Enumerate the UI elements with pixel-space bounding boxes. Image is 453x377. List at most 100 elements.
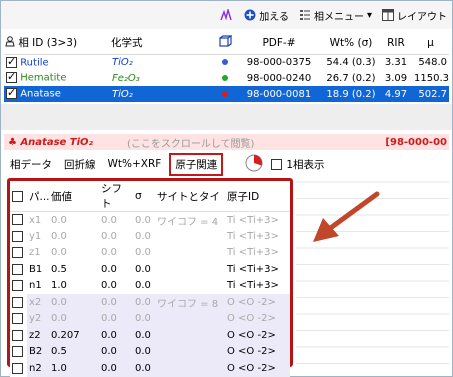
atom-sigma: 0.0 [135,230,151,242]
phase-mu: 548.0 [418,56,447,68]
atom-row-checkbox[interactable] [12,296,23,308]
atom-shift: 0.0 [101,214,117,226]
atom-value[interactable]: 0.0 [49,212,99,229]
atom-row[interactable]: n1 1.0 0.0 0.0 Ti <Ti+3> [10,278,290,295]
atom-id: O <O -2> [225,327,290,344]
atom-id: O <O -2> [225,310,290,327]
atom-row[interactable]: x2 0.0 0.0 0.0 ワイコフ = 8O <O -2> [10,294,290,311]
atom-row[interactable]: y1 0.0 0.0 0.0 Ti <Ti+3> [10,228,290,245]
add-button[interactable]: 加える [241,5,292,25]
detail-title-bar[interactable]: ♣ Anatase TiO₂ (ここをスクロールして閲覧) [98-000-00 [4,134,449,150]
phase-color-dot[interactable] [222,90,228,97]
list-icon [299,9,311,21]
phase-wt: 18.9 (0.2) [322,86,380,102]
layout-label: レイアウト [397,11,447,23]
tab-diffraction-lines[interactable]: 回折線 [62,155,98,174]
atom-row-checkbox[interactable] [12,280,23,291]
atom-site [155,228,225,245]
site-header[interactable]: サイトとタイ [155,181,225,212]
atom-row-checkbox[interactable] [12,362,23,374]
pdf-header[interactable]: PDF-# [236,32,322,55]
atom-value[interactable]: 0.0 [49,228,99,245]
atom-param: z2 [27,327,49,344]
param-header[interactable]: パ... [27,181,50,212]
phase-visible-checkbox[interactable] [6,86,17,100]
atom-row-checkbox[interactable] [12,247,23,258]
pane-gap [1,104,452,130]
phase-color-dot[interactable] [222,58,228,65]
atom-value[interactable]: 0.207 [49,327,99,344]
phase-visible-checkbox[interactable] [6,55,17,68]
atom-site [155,327,225,344]
tab-wt-xrf[interactable]: Wt%+XRF [106,156,164,172]
plus-circle-icon [244,9,256,21]
phase-mu: 1150.3 [414,72,449,84]
phase-visible-checkbox[interactable] [6,70,17,84]
atom-row[interactable]: z2 0.207 0.0 0.0 O <O -2> [10,327,290,344]
crystal-icon-header[interactable] [214,32,236,55]
atom-value[interactable]: 0.0 [49,294,99,311]
atom-id: Ti <Ti+3> [227,230,279,242]
phase-row[interactable]: Rutile TiO₂ 98-000-0375 54.4 (0.3) 3.31 548.0 [4,54,449,70]
atom-row[interactable]: z1 0.0 0.0 0.0 Ti <Ti+3> [10,245,290,262]
atom-shift: 0.0 [101,280,117,292]
atom-value[interactable]: 0.5 [49,261,99,278]
atom-value[interactable]: 0.0 [49,310,99,327]
phase-row[interactable]: Anatase TiO₂ 98-000-008118.9 (0.2)4.97502.… [4,86,449,102]
pie-chart-icon[interactable] [245,154,263,175]
atom-row[interactable]: B1 0.5 0.0 0.0 Ti <Ti+3> [10,261,290,278]
atom-value[interactable]: 0.5 [49,343,99,360]
person-icon [5,36,18,49]
atom-site: ワイコフ = 4 [157,216,219,228]
phase-pdf: 98-000-0081 [236,86,322,102]
atom-row-checkbox[interactable] [12,346,23,357]
atom-site [155,245,225,262]
single-phase-checkbox[interactable] [271,158,283,170]
atom-site [155,278,225,295]
phase-row[interactable]: Hematite Fe₂O₃ 98-000-0240 26.7 (0.2) 3.09 11… [4,70,449,86]
atom-id-header[interactable]: 原子ID [225,181,290,212]
rir-header[interactable]: RIR [380,32,412,55]
phase-id-header-label: 相 ID (3>3) [18,37,78,50]
atom-sigma: 0.0 [133,310,155,327]
wt-header[interactable]: Wt% (σ) [322,32,380,55]
mu-header[interactable]: μ [412,32,449,55]
atom-row-checkbox[interactable] [12,313,23,324]
tab-phase-data[interactable]: 相データ [8,155,54,174]
value-header[interactable]: 価値 [49,181,99,212]
atom-row[interactable]: y2 0.0 0.0 0.0 O <O -2> [10,310,290,327]
dropdown-arrow-icon: ▾ [366,9,372,21]
shift-header[interactable]: シフト [99,181,133,212]
phase-menu-button[interactable]: 相メニュー ▾ [296,5,375,25]
atom-id: Ti <Ti+3> [227,280,279,292]
atom-id: O <O -2> [225,343,290,360]
atom-row[interactable]: n2 1.0 0.0 0.0 O <O -2> [10,360,290,377]
phase-name: Rutile [20,57,49,68]
atom-row-checkbox[interactable] [12,263,23,275]
atom-value[interactable]: 1.0 [49,278,99,295]
atom-row[interactable]: x1 0.0 0.0 0.0 ワイコフ = 4 Ti <Ti+3> [10,212,290,229]
atom-row[interactable]: B2 0.5 0.0 0.0 O <O -2> [10,343,290,360]
atom-value[interactable]: 0.0 [49,245,99,262]
formula-header[interactable]: 化学式 [110,32,214,55]
atom-value[interactable]: 1.0 [49,360,99,377]
atom-row-checkbox[interactable] [12,230,23,242]
detail-pdf-ref: [98-000-00 [385,136,447,148]
atom-table: パ... 価値 シフト σ サイトとタイ 原子ID x1 0.0 0.0 0.0 ワイコ… [10,181,290,377]
single-phase-toggle[interactable]: 1相表示 [271,157,325,172]
tab-atom-related[interactable]: 原子関連 [169,152,224,176]
chart-icon[interactable] [217,5,237,25]
layout-button[interactable]: レイアウト [379,5,450,25]
phase-id-header[interactable]: 相 ID (3>3) [4,32,110,55]
phase-table: 相 ID (3>3) 化学式 PDF-# Wt% (σ) RIR μ Rutil… [4,32,449,102]
atom-site [155,310,225,327]
phase-color-dot[interactable] [222,74,228,81]
atom-row-checkbox[interactable] [12,329,23,341]
atom-row-checkbox[interactable] [12,214,23,226]
select-all-checkbox[interactable] [12,190,23,202]
atom-param: B2 [27,343,49,360]
atom-id: Ti <Ti+3> [227,247,279,259]
sigma-header[interactable]: σ [133,181,155,212]
atom-shift: 0.0 [99,343,133,360]
select-all-header[interactable] [10,181,27,212]
